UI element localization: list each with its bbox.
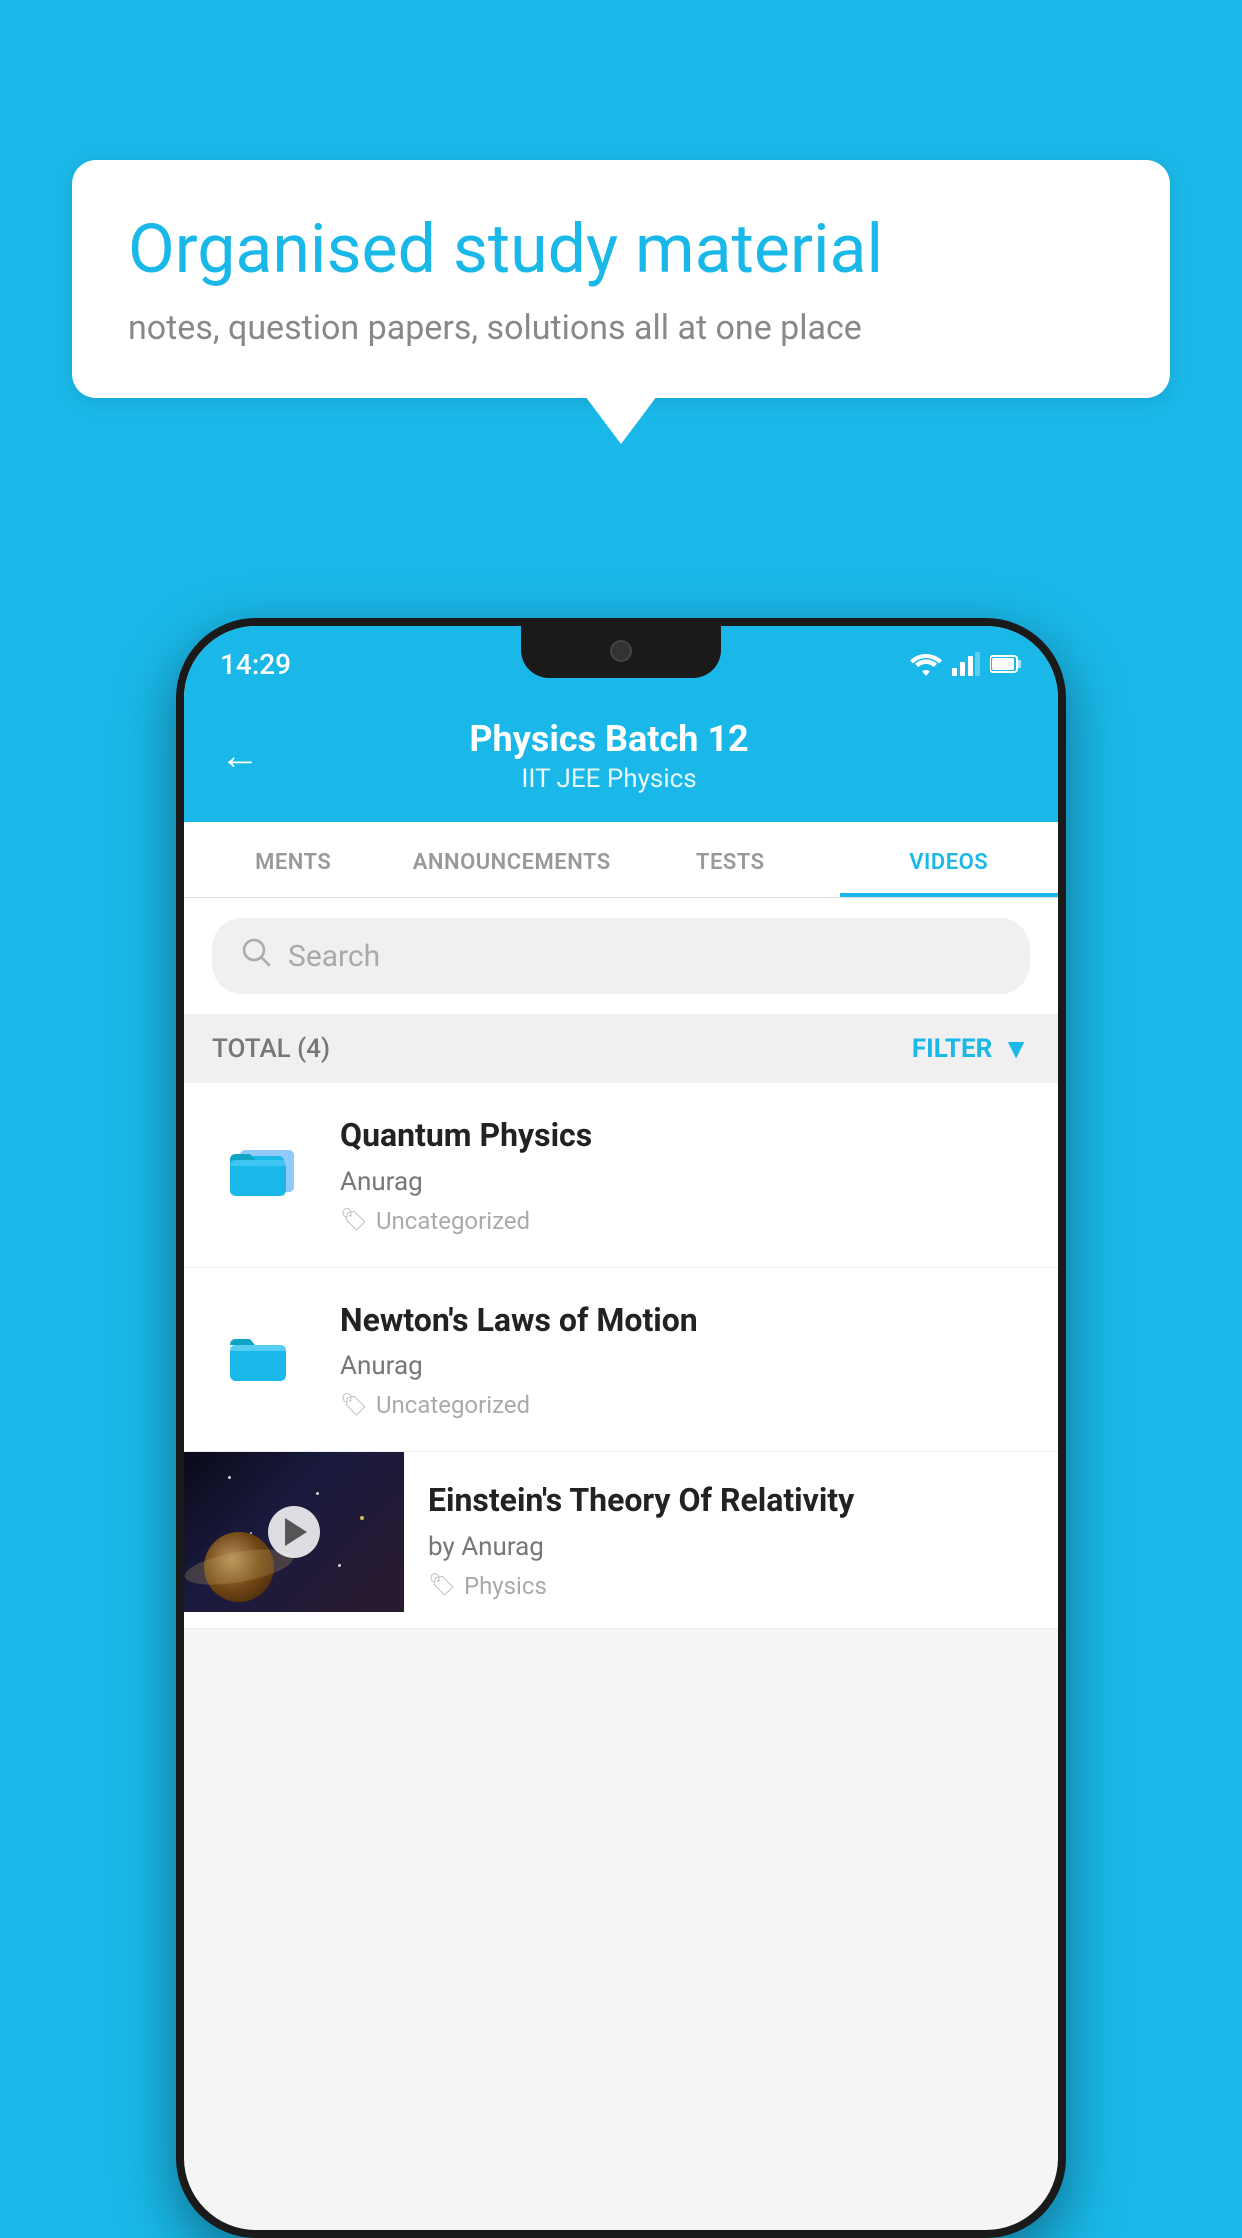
video-author: by Anurag: [428, 1532, 1034, 1562]
video-info: Einstein's Theory Of Relativity by Anura…: [404, 1452, 1058, 1628]
status-time: 14:29: [220, 648, 291, 681]
filter-bar: TOTAL (4) FILTER ▼: [184, 1014, 1058, 1083]
tab-videos[interactable]: VIDEOS: [840, 822, 1059, 897]
video-thumbnail: [184, 1452, 404, 1612]
folder-icon-wrap: [212, 1115, 312, 1215]
wifi-icon: [910, 652, 942, 676]
filter-button[interactable]: FILTER ▼: [912, 1032, 1030, 1065]
tag-label: Uncategorized: [376, 1207, 530, 1235]
video-tag: 🏷 Physics: [428, 1572, 1034, 1600]
tab-tests[interactable]: TESTS: [621, 822, 840, 897]
list-item[interactable]: Quantum Physics Anurag 🏷 Uncategorized: [184, 1083, 1058, 1268]
video-author: Anurag: [340, 1351, 1030, 1381]
battery-icon: [990, 653, 1022, 675]
play-triangle-icon: [285, 1518, 307, 1546]
folder-icon: [222, 1310, 302, 1390]
video-info: Quantum Physics Anurag 🏷 Uncategorized: [340, 1115, 1030, 1235]
video-list: Quantum Physics Anurag 🏷 Uncategorized: [184, 1083, 1058, 1629]
video-tag: 🏷 Uncategorized: [340, 1207, 1030, 1235]
list-item[interactable]: Newton's Laws of Motion Anurag 🏷 Uncateg…: [184, 1268, 1058, 1453]
search-container: Search: [184, 898, 1058, 1014]
phone-screen: 14:29: [184, 626, 1058, 2230]
tag-icon: 🏷: [340, 1208, 368, 1233]
video-title: Newton's Laws of Motion: [340, 1300, 1030, 1342]
folder-icon-wrap: [212, 1300, 312, 1400]
search-placeholder: Search: [288, 939, 380, 974]
tab-announcements[interactable]: ANNOUNCEMENTS: [403, 822, 622, 897]
batch-title: Physics Batch 12: [284, 718, 934, 760]
tag-label: Uncategorized: [376, 1391, 530, 1419]
bubble-subtitle: notes, question papers, solutions all at…: [128, 308, 1114, 348]
video-tag: 🏷 Uncategorized: [340, 1391, 1030, 1419]
filter-icon: ▼: [1002, 1032, 1030, 1065]
header-title-group: Physics Batch 12 IIT JEE Physics: [284, 718, 934, 794]
tag-icon: 🏷: [340, 1393, 368, 1418]
status-icons: [910, 652, 1022, 676]
play-button[interactable]: [268, 1506, 320, 1558]
front-camera: [610, 640, 632, 662]
bubble-title: Organised study material: [128, 210, 1114, 288]
back-button[interactable]: ←: [220, 736, 260, 776]
total-count: TOTAL (4): [212, 1034, 330, 1064]
tag-label: Physics: [464, 1572, 547, 1600]
phone-notch: [521, 626, 721, 678]
signal-icon: [952, 652, 980, 676]
video-title: Einstein's Theory Of Relativity: [428, 1480, 1034, 1522]
phone-frame: 14:29: [176, 618, 1066, 2238]
tabs-bar: MENTS ANNOUNCEMENTS TESTS VIDEOS: [184, 822, 1058, 898]
video-info: Newton's Laws of Motion Anurag 🏷 Uncateg…: [340, 1300, 1030, 1420]
video-title: Quantum Physics: [340, 1115, 1030, 1157]
search-box[interactable]: Search: [212, 918, 1030, 994]
tab-assignments[interactable]: MENTS: [184, 822, 403, 897]
batch-subtitle: IIT JEE Physics: [284, 764, 934, 794]
tag-icon: 🏷: [428, 1573, 456, 1598]
video-author: Anurag: [340, 1167, 1030, 1197]
list-item[interactable]: Einstein's Theory Of Relativity by Anura…: [184, 1452, 1058, 1629]
filter-label: FILTER: [912, 1034, 992, 1064]
folder-icon: [222, 1125, 302, 1205]
app-header: ← Physics Batch 12 IIT JEE Physics: [184, 694, 1058, 822]
speech-bubble-card: Organised study material notes, question…: [72, 160, 1170, 398]
search-icon: [240, 936, 272, 976]
